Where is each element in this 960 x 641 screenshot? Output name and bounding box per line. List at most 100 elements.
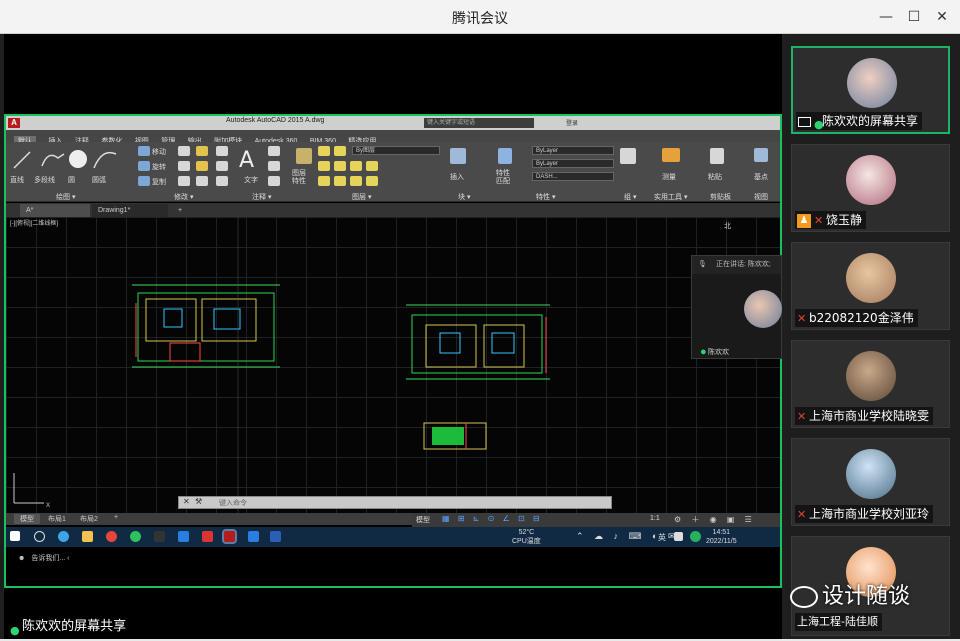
- tool-line-label: 直线: [10, 177, 24, 184]
- close-cmd-icon[interactable]: ✕: [183, 497, 190, 506]
- model-space-canvas[interactable]: [-][俯视][二维线框] 北 X ☻ 告诉我们... ‹: [6, 217, 780, 562]
- draw-tools-icons[interactable]: [12, 146, 122, 174]
- paste-icon[interactable]: [710, 148, 724, 164]
- mirror-icon[interactable]: [178, 146, 190, 156]
- status-tool-icons[interactable]: ⚙ ＋ ◉ ▣ ☰: [674, 514, 756, 525]
- layer-lock-icon[interactable]: [318, 161, 330, 171]
- insert-block-icon[interactable]: [450, 148, 466, 164]
- search-icon[interactable]: [34, 531, 45, 542]
- layout-tab-2[interactable]: 布局2: [80, 514, 98, 524]
- layer-match-icon[interactable]: [350, 161, 362, 171]
- app-red-icon[interactable]: [202, 531, 213, 542]
- participant-label: ✕ 上海市商业学校刘亚玲: [795, 505, 934, 523]
- layout-tab-1[interactable]: 布局1: [48, 514, 66, 524]
- participant-label: 上海工程-陆佳顺: [795, 613, 882, 631]
- group-icon[interactable]: [620, 148, 636, 164]
- participant-card-3[interactable]: ✕ b22082120金泽伟: [791, 242, 950, 330]
- layer-off-icon[interactable]: [318, 176, 330, 186]
- command-input[interactable]: 键入命令: [219, 498, 247, 508]
- qq-icon[interactable]: [154, 531, 165, 542]
- layer-change-icon[interactable]: [366, 176, 378, 186]
- word-icon[interactable]: [270, 531, 281, 542]
- erase-icon[interactable]: [216, 146, 228, 156]
- mic-on-icon: ●: [700, 346, 707, 358]
- taskbar-clock[interactable]: 14:51 2022/11/5: [706, 528, 737, 546]
- autocad-taskbar-icon[interactable]: [222, 529, 237, 544]
- autocad-shared-window: A Autodesk AutoCAD 2015 A.dwg 键入关键字或短语 登…: [4, 114, 782, 588]
- scale-icon[interactable]: [178, 176, 190, 186]
- drawing-tab-drawing1[interactable]: Drawing1*: [92, 204, 168, 217]
- watermark: 设计随谈: [790, 578, 910, 610]
- participant-card-5[interactable]: ✕ 上海市商业学校刘亚玲: [791, 438, 950, 526]
- file-explorer-icon[interactable]: [82, 531, 93, 542]
- drawing-tabs: A* Drawing1* +: [6, 203, 780, 217]
- text-tool-icon[interactable]: A: [239, 148, 254, 173]
- draw-group-label: 绘图 ▾: [56, 194, 76, 201]
- speaking-indicator-panel[interactable]: 🎙 正在讲话: 陈欢欢; ●陈欢欢: [691, 255, 782, 359]
- linetype-dropdown[interactable]: ByLayer: [532, 159, 614, 168]
- wechat-tray-icon[interactable]: [690, 531, 701, 542]
- autocad-title-bar: A Autodesk AutoCAD 2015 A.dwg 键入关键字或短语 登…: [6, 116, 780, 130]
- windows-start-icon[interactable]: [10, 531, 20, 541]
- move-icon[interactable]: [138, 146, 150, 156]
- stretch-icon[interactable]: [178, 161, 190, 171]
- assistant-prompt[interactable]: ☻ 告诉我们... ‹: [18, 552, 103, 566]
- trim-icon[interactable]: [196, 146, 208, 156]
- participant-card-2[interactable]: ♟ ✕ 饶玉静: [791, 144, 950, 232]
- new-drawing-tab-button[interactable]: +: [172, 204, 188, 217]
- wrench-icon[interactable]: ⚒: [195, 497, 202, 506]
- match-properties-icon[interactable]: [498, 148, 512, 164]
- layer-properties-icon[interactable]: [296, 148, 312, 164]
- collapse-icon[interactable]: ‹: [67, 555, 69, 562]
- layer-unlock-icon[interactable]: [350, 176, 362, 186]
- minimize-button[interactable]: —: [876, 7, 896, 27]
- participant-card-1[interactable]: ●陈欢欢的屏幕共享: [791, 46, 950, 134]
- leader-icon[interactable]: [268, 161, 280, 171]
- app-blue-icon[interactable]: [248, 531, 259, 542]
- status-model-button[interactable]: 模型: [416, 515, 430, 525]
- color-dropdown[interactable]: ByLayer: [532, 146, 614, 155]
- tencent-meeting-icon[interactable]: [178, 531, 189, 542]
- autocad-search-input[interactable]: 键入关键字或短语: [424, 118, 534, 128]
- layer-on-icon[interactable]: [318, 146, 330, 156]
- offset-icon[interactable]: [216, 176, 228, 186]
- layout-tab-model[interactable]: 模型: [14, 514, 40, 524]
- chrome-icon[interactable]: [106, 531, 117, 542]
- copy-icon[interactable]: [138, 176, 150, 186]
- annotation-scale[interactable]: 1:1: [650, 515, 660, 522]
- ime-indicator[interactable]: 英: [658, 532, 666, 543]
- array-icon[interactable]: [196, 176, 208, 186]
- table-icon[interactable]: [268, 176, 280, 186]
- close-button[interactable]: ✕: [932, 7, 952, 27]
- edge-icon[interactable]: [58, 531, 69, 542]
- layer-iso-icon[interactable]: [334, 161, 346, 171]
- layer-thaw-icon[interactable]: [334, 176, 346, 186]
- participant-name: 陈欢欢的屏幕共享: [822, 114, 919, 128]
- participant-card-4[interactable]: ✕ 上海市商业学校陆晓雯: [791, 340, 950, 428]
- grid-tray-icon[interactable]: [674, 532, 683, 541]
- snap-grid-icons[interactable]: ▦ ⊞ ⊾ ⊙ ∠ ⊡ ⊟: [442, 514, 543, 523]
- layer-prev-icon[interactable]: [366, 161, 378, 171]
- rotate-icon[interactable]: [138, 161, 150, 171]
- assistant-icon: ☻: [18, 555, 26, 562]
- command-line[interactable]: ✕ ⚒ 键入命令: [178, 496, 612, 509]
- drawing-tab-a[interactable]: A*: [20, 204, 90, 217]
- maximize-button[interactable]: ☐: [904, 7, 924, 27]
- explode-icon[interactable]: [216, 161, 228, 171]
- measure-icon[interactable]: [662, 148, 680, 162]
- svg-text:X: X: [46, 503, 50, 509]
- autocad-login[interactable]: 登录: [566, 118, 578, 127]
- fillet-icon[interactable]: [196, 161, 208, 171]
- lineweight-dropdown[interactable]: DASH...: [532, 172, 614, 181]
- wechat-icon[interactable]: [130, 531, 141, 542]
- new-layout-button[interactable]: +: [114, 514, 118, 521]
- base-point-icon[interactable]: [754, 148, 768, 162]
- modify-group-label: 修改 ▾: [174, 194, 194, 201]
- layer-dropdown[interactable]: By图层: [352, 146, 440, 155]
- layer-freeze-icon[interactable]: [334, 146, 346, 156]
- dimension-icon[interactable]: [268, 146, 280, 156]
- paste-label: 粘贴: [708, 174, 722, 181]
- autocad-ribbon-panel: 直线 多段线 圆 圆弧 绘图 ▾ 移动 旋转 复制 修改 ▾ A 文字 注释 ▾…: [6, 142, 780, 202]
- screen-share-indicator[interactable]: ● 陈欢欢的屏幕共享: [4, 617, 133, 637]
- tool-polyline-label: 多段线: [34, 177, 55, 184]
